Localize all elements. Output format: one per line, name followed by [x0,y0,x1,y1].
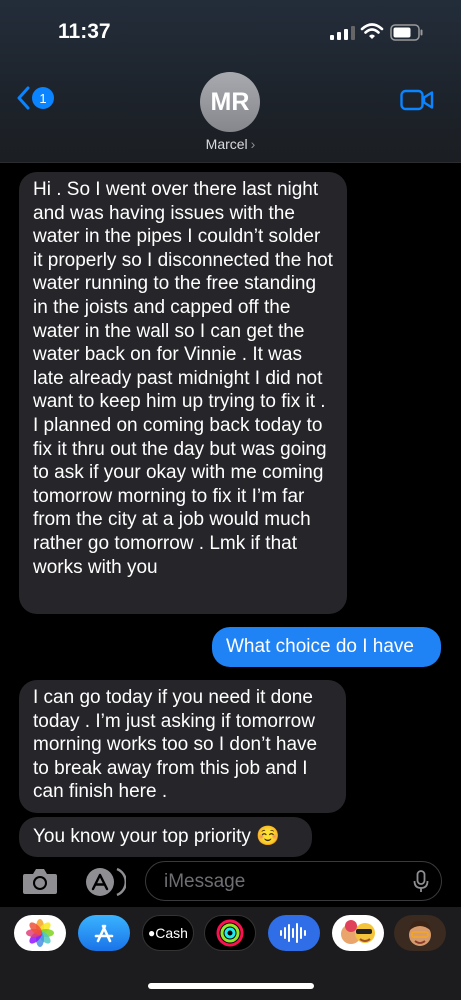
chevron-right-icon: › [250,136,256,152]
incoming-message-bubble[interactable]: You know your top priority ☺️ [19,817,312,857]
battery-icon [390,24,423,41]
camera-icon[interactable] [22,867,58,895]
incoming-message-bubble[interactable]: Hi . So I went over there last night and… [19,172,347,614]
incoming-message-bubble[interactable]: I can go today if you need it done today… [19,680,346,813]
audio-message-app[interactable] [268,915,320,951]
imessage-input[interactable] [162,862,406,902]
apple-cash-app[interactable]: ● Cash [142,915,194,951]
memoji-app[interactable] [394,915,446,951]
wifi-icon [360,23,384,39]
contact-avatar[interactable]: MR [200,72,260,132]
photos-app[interactable] [14,915,66,951]
facetime-video-icon[interactable] [400,89,434,111]
contact-name: Marcel [205,136,248,152]
memoji-icon [341,920,375,944]
conversation-header: 11:37 1 MR Marcel › [0,0,461,163]
apple-logo-icon: ● [148,926,156,940]
imessage-input-container[interactable] [145,861,442,902]
status-time: 11:37 [58,20,111,43]
chevron-left-icon [17,86,30,110]
outgoing-message-bubble[interactable]: What choice do I have [212,627,441,667]
memoji-icon [409,920,431,946]
memoji-stickers-app[interactable] [332,915,384,951]
app-store-app[interactable] [78,915,130,951]
home-indicator[interactable] [148,983,314,989]
contact-name-button[interactable]: Marcel › [0,136,461,152]
activity-app[interactable] [204,915,256,951]
app-drawer: ● Cash [0,907,461,1000]
cellular-signal-icon [330,26,355,40]
photos-icon [26,919,54,947]
activity-rings-icon [216,919,244,947]
back-button[interactable]: 1 [16,86,54,110]
app-store-icon[interactable] [80,866,126,898]
microphone-icon[interactable] [413,870,429,894]
waveform-icon [280,923,306,943]
app-store-icon [94,924,114,943]
unread-count-badge: 1 [32,87,54,109]
apple-cash-label: Cash [155,925,188,941]
